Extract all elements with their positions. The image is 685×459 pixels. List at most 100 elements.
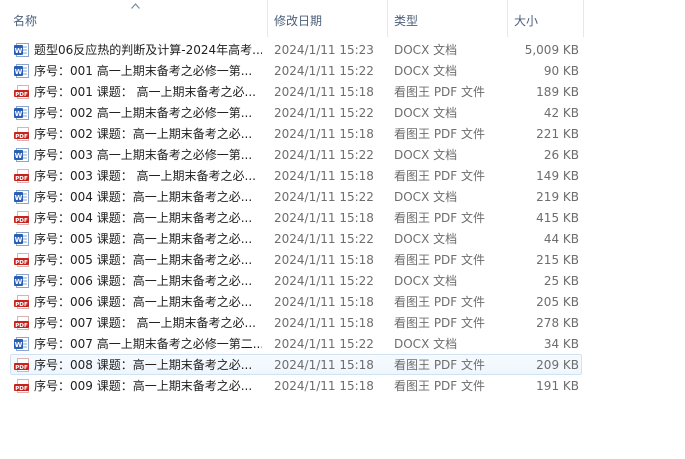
file-name: 序号：006 课题：高一上期末备考之必... — [34, 295, 253, 309]
file-row[interactable]: PDF 序号：006 课题：高一上期末备考之必... 2024/1/11 15:18… — [10, 291, 582, 312]
file-row[interactable]: PDF 序号：003 课题： 高一上期末备考之必... 2024/1/11 15:1… — [10, 165, 582, 186]
file-type: DOCX 文档 — [394, 106, 458, 120]
file-name: 序号：001 课题： 高一上期末备考之必... — [34, 85, 256, 99]
file-row[interactable]: W 题型06反应热的判断及计算-2024年高考... 2024/1/11 15:23… — [10, 39, 582, 60]
file-name: 序号：007 课题： 高一上期末备考之必... — [34, 316, 256, 330]
file-size: 25 KB — [543, 274, 579, 288]
file-row[interactable]: PDF 序号：005 课题：高一上期末备考之必... 2024/1/11 15:18… — [10, 249, 582, 270]
file-type: 看图王 PDF 文件 — [394, 295, 486, 309]
file-size: 34 KB — [543, 337, 579, 351]
file-size: 149 KB — [536, 169, 579, 183]
file-type: DOCX 文档 — [394, 190, 458, 204]
file-row[interactable]: W 序号：007 高一上期末备考之必修一第二... 2024/1/11 15:22 D… — [10, 333, 582, 354]
file-size: 191 KB — [536, 379, 579, 393]
svg-text:PDF: PDF — [15, 260, 28, 266]
file-modified-date: 2024/1/11 15:18 — [274, 253, 374, 267]
file-modified-date: 2024/1/11 15:18 — [274, 169, 374, 183]
column-header-date[interactable]: 修改日期 — [268, 0, 388, 37]
column-header-type[interactable]: 类型 — [388, 0, 508, 37]
file-type: DOCX 文档 — [394, 64, 458, 78]
file-size: 44 KB — [543, 232, 579, 246]
file-size: 215 KB — [536, 253, 579, 267]
svg-text:PDF: PDF — [15, 365, 28, 371]
file-name: 序号：005 课题：高一上期末备考之必... — [34, 232, 253, 246]
word-doc-icon: W — [14, 337, 29, 351]
file-name: 序号：004 课题：高一上期末备考之必... — [34, 211, 253, 225]
file-modified-date: 2024/1/11 15:18 — [274, 358, 374, 372]
file-type: 看图王 PDF 文件 — [394, 211, 486, 225]
column-header-date-label: 修改日期 — [274, 14, 323, 28]
svg-text:PDF: PDF — [15, 302, 28, 308]
pdf-icon: PDF — [14, 85, 29, 99]
file-name: 序号：004 课题：高一上期末备考之必... — [34, 190, 253, 204]
pdf-icon: PDF — [14, 211, 29, 225]
file-size: 219 KB — [536, 190, 579, 204]
file-modified-date: 2024/1/11 15:23 — [274, 43, 374, 57]
file-row[interactable]: PDF 序号：009 课题：高一上期末备考之必... 2024/1/11 15:18… — [10, 375, 582, 396]
file-modified-date: 2024/1/11 15:22 — [274, 232, 374, 246]
svg-text:PDF: PDF — [15, 176, 28, 182]
file-type: DOCX 文档 — [394, 274, 458, 288]
svg-text:W: W — [15, 47, 23, 55]
file-size: 189 KB — [536, 85, 579, 99]
column-header-size[interactable]: 大小 — [508, 0, 584, 37]
file-size: 415 KB — [536, 211, 579, 225]
file-type: 看图王 PDF 文件 — [394, 85, 486, 99]
file-modified-date: 2024/1/11 15:18 — [274, 127, 374, 141]
file-modified-date: 2024/1/11 15:18 — [274, 316, 374, 330]
word-doc-icon: W — [14, 106, 29, 120]
file-type: DOCX 文档 — [394, 148, 458, 162]
file-size: 26 KB — [543, 148, 579, 162]
file-modified-date: 2024/1/11 15:22 — [274, 148, 374, 162]
file-modified-date: 2024/1/11 15:18 — [274, 295, 374, 309]
file-type: 看图王 PDF 文件 — [394, 127, 486, 141]
file-name: 序号：002 高一上期末备考之必修一第... — [34, 106, 253, 120]
file-name: 序号：007 高一上期末备考之必修一第二... — [34, 337, 262, 351]
pdf-icon: PDF — [14, 253, 29, 267]
file-size: 278 KB — [536, 316, 579, 330]
word-doc-icon: W — [14, 274, 29, 288]
file-size: 42 KB — [543, 106, 579, 120]
file-type: 看图王 PDF 文件 — [394, 169, 486, 183]
file-row[interactable]: W 序号：001 高一上期末备考之必修一第... 2024/1/11 15:22 DO… — [10, 60, 582, 81]
svg-text:W: W — [15, 278, 23, 286]
svg-text:W: W — [15, 68, 23, 76]
file-row[interactable]: W 序号：003 高一上期末备考之必修一第... 2024/1/11 15:22 DO… — [10, 144, 582, 165]
file-modified-date: 2024/1/11 15:22 — [274, 106, 374, 120]
svg-text:PDF: PDF — [15, 386, 28, 392]
file-type: 看图王 PDF 文件 — [394, 379, 486, 393]
file-row[interactable]: PDF 序号：007 课题： 高一上期末备考之必... 2024/1/11 15:1… — [10, 312, 582, 333]
file-name: 序号：008 课题：高一上期末备考之必... — [34, 358, 253, 372]
file-modified-date: 2024/1/11 15:22 — [274, 274, 374, 288]
column-header-type-label: 类型 — [394, 14, 419, 28]
column-header-bar: 名称 修改日期 类型 大小 — [0, 0, 685, 37]
pdf-icon: PDF — [14, 295, 29, 309]
file-row[interactable]: W 序号：006 课题：高一上期末备考之必... 2024/1/11 15:22 DO… — [10, 270, 582, 291]
svg-text:W: W — [15, 194, 23, 202]
word-doc-icon: W — [14, 148, 29, 162]
word-doc-icon: W — [14, 232, 29, 246]
word-doc-icon: W — [14, 190, 29, 204]
file-row[interactable]: PDF 序号：008 课题：高一上期末备考之必... 2024/1/11 15:18… — [10, 354, 582, 375]
file-size: 90 KB — [543, 64, 579, 78]
file-row[interactable]: PDF 序号：004 课题：高一上期末备考之必... 2024/1/11 15:18… — [10, 207, 582, 228]
column-header-size-label: 大小 — [514, 14, 539, 28]
file-size: 5,009 KB — [524, 43, 579, 57]
file-row[interactable]: W 序号：005 课题：高一上期末备考之必... 2024/1/11 15:22 DO… — [10, 228, 582, 249]
pdf-icon: PDF — [14, 169, 29, 183]
file-modified-date: 2024/1/11 15:18 — [274, 379, 374, 393]
word-doc-icon: W — [14, 64, 29, 78]
file-type: 看图王 PDF 文件 — [394, 358, 486, 372]
word-doc-icon: W — [14, 43, 29, 57]
file-row[interactable]: PDF 序号：002 课题：高一上期末备考之必... 2024/1/11 15:18… — [10, 123, 582, 144]
svg-text:W: W — [15, 110, 23, 118]
file-name: 序号：006 课题：高一上期末备考之必... — [34, 274, 253, 288]
svg-text:PDF: PDF — [15, 92, 28, 98]
file-row[interactable]: W 序号：002 高一上期末备考之必修一第... 2024/1/11 15:22 DO… — [10, 102, 582, 123]
file-type: DOCX 文档 — [394, 232, 458, 246]
file-name: 序号：003 高一上期末备考之必修一第... — [34, 148, 253, 162]
file-name: 序号：003 课题： 高一上期末备考之必... — [34, 169, 256, 183]
file-row[interactable]: W 序号：004 课题：高一上期末备考之必... 2024/1/11 15:22 DO… — [10, 186, 582, 207]
file-name: 序号：002 课题：高一上期末备考之必... — [34, 127, 253, 141]
file-row[interactable]: PDF 序号：001 课题： 高一上期末备考之必... 2024/1/11 15:1… — [10, 81, 582, 102]
